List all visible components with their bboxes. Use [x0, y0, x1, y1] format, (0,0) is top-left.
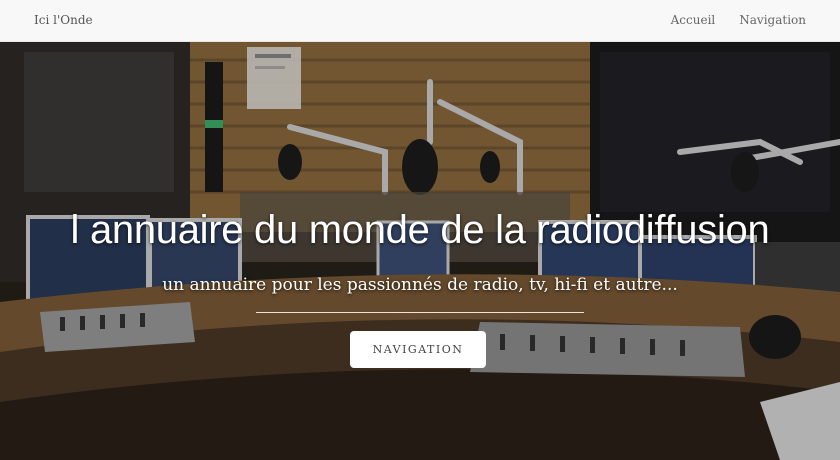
nav-link-accueil[interactable]: Accueil: [671, 13, 716, 27]
nav-link-navigation[interactable]: Navigation: [739, 13, 806, 27]
top-navbar: Ici l'Onde Accueil Navigation: [0, 0, 840, 42]
hero-title: l annuaire du monde de la radiodiffusion: [70, 208, 770, 252]
site-brand-link[interactable]: Ici l'Onde: [34, 13, 93, 27]
hero-section: l annuaire du monde de la radiodiffusion…: [0, 42, 840, 460]
hero-divider: [256, 312, 584, 313]
hero-subtitle: un annuaire pour les passionnés de radio…: [162, 275, 678, 295]
nav-links: Accueil Navigation: [671, 13, 806, 27]
navigation-button[interactable]: NAVIGATION: [350, 331, 486, 368]
